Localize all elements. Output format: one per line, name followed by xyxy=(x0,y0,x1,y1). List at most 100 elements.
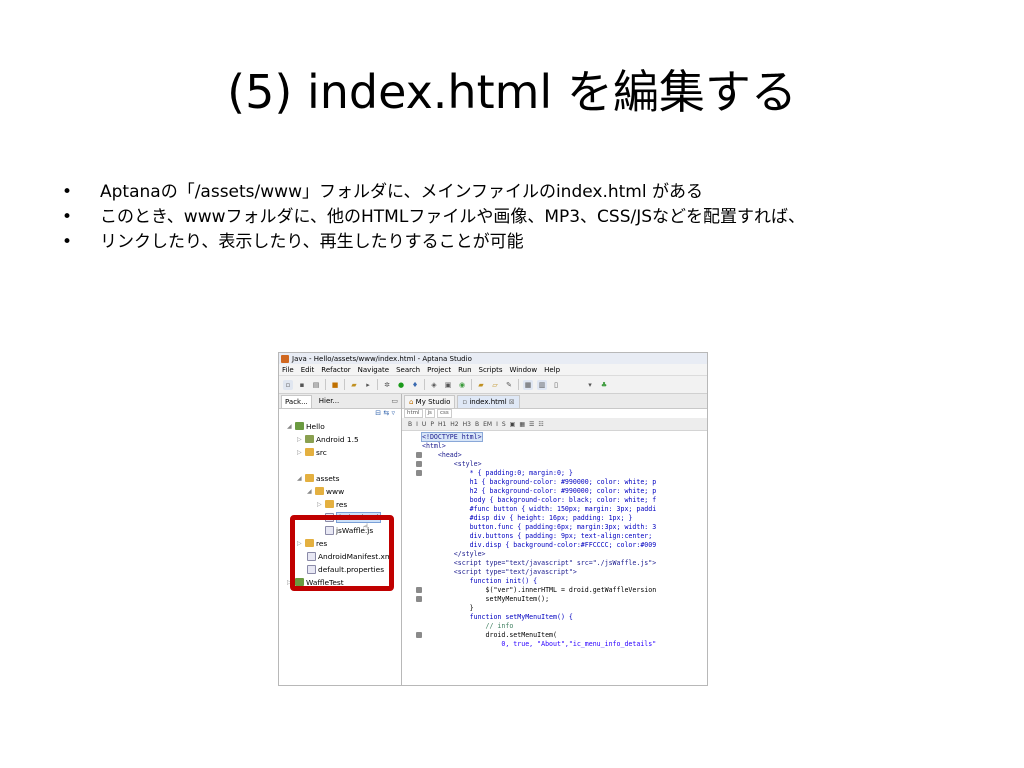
perspective-icon[interactable]: ♣ xyxy=(599,380,609,390)
toolbar-separator xyxy=(424,379,425,390)
code-line: * { padding:0; margin:0; } xyxy=(422,469,573,477)
new-icon[interactable]: ▫ xyxy=(283,379,293,390)
code-line: <style> xyxy=(422,460,482,468)
bullet-text: このとき、wwwフォルダに、他のHTMLファイルや画像、MP3、CSS/JSなど… xyxy=(100,207,806,227)
subtab-css[interactable]: css xyxy=(436,409,452,418)
expand-icon[interactable]: ◢ xyxy=(297,475,303,482)
expand-icon[interactable]: ▷ xyxy=(297,449,303,456)
view-icon[interactable]: ▦ xyxy=(523,379,533,390)
window-title: Java - Hello/assets/www/index.html - Apt… xyxy=(292,354,472,363)
format-strike-button[interactable]: S xyxy=(502,421,506,428)
tab-index-html[interactable]: ▫ index.html ⊠ xyxy=(457,395,520,408)
code-line: droid.setMenuItem( xyxy=(422,631,557,639)
insert-table-icon[interactable]: ▦ xyxy=(519,421,525,428)
tree-label: www xyxy=(326,486,345,496)
editor-area: ⌂ My Studio ▫ index.html ⊠ html js css B… xyxy=(402,394,707,685)
subtab-html[interactable]: html xyxy=(404,409,423,418)
numbered-list-icon[interactable]: ☷ xyxy=(538,421,543,428)
format-strong-button[interactable]: B xyxy=(475,421,479,428)
folder-icon[interactable]: ▰ xyxy=(476,380,486,390)
menu-scripts[interactable]: Scripts xyxy=(479,366,503,374)
window-titlebar: Java - Hello/assets/www/index.html - Apt… xyxy=(279,353,707,364)
menu-navigate[interactable]: Navigate xyxy=(358,366,389,374)
slide-title: (5) index.html を編集する xyxy=(227,65,797,119)
save-icon[interactable]: ▪ xyxy=(297,380,307,390)
left-pane-tabs: Pack... Hier... ▭ xyxy=(279,394,401,409)
folder-icon xyxy=(315,487,324,495)
code-line: $("ver").innerHTML = droid.getWaffleVers… xyxy=(422,586,657,594)
tree-node-www[interactable]: ◢ www xyxy=(307,485,344,497)
menu-run[interactable]: Run xyxy=(458,366,471,374)
format-h2-button[interactable]: H2 xyxy=(450,421,458,428)
tab-hierarchy[interactable]: Hier... xyxy=(316,395,342,407)
code-line: button.func { padding:6px; margin:3px; w… xyxy=(422,523,657,531)
preview-icon[interactable]: ▥ xyxy=(537,379,547,390)
bullet-dot: • xyxy=(62,207,73,227)
browser-icon[interactable]: ◉ xyxy=(457,380,467,390)
bullet-dot: • xyxy=(62,232,73,252)
bullet-list: • Aptanaの「/assets/www」フォルダに、メインファイルのindex… xyxy=(62,180,805,255)
expand-icon[interactable]: ▷ xyxy=(297,436,303,443)
expand-icon[interactable]: ◢ xyxy=(287,423,293,430)
code-line: <script type="text/javascript" src="./js… xyxy=(422,559,657,567)
bullet-dot: • xyxy=(62,182,73,202)
editor-tabs: ⌂ My Studio ▫ index.html ⊠ xyxy=(402,394,707,409)
menu-search[interactable]: Search xyxy=(396,366,420,374)
run-script-icon[interactable]: ▸ xyxy=(363,380,373,390)
tree-node-assets[interactable]: ◢ assets xyxy=(297,472,340,484)
format-italic-button[interactable]: I xyxy=(416,421,418,428)
tab-label: index.html xyxy=(469,398,507,406)
collapse-all-icon[interactable]: ⊟ ⇆ ▿ xyxy=(375,409,395,417)
open-type-icon[interactable]: ◈ xyxy=(429,380,439,390)
open-resource-icon[interactable]: ▣ xyxy=(443,380,453,390)
menu-project[interactable]: Project xyxy=(427,366,451,374)
format-bold-button[interactable]: B xyxy=(408,421,412,428)
tree-node-android[interactable]: ▷ Android 1.5 xyxy=(297,433,359,445)
code-line: // info xyxy=(422,622,514,630)
debug-icon[interactable]: ✲ xyxy=(382,380,392,390)
print-icon[interactable]: ▤ xyxy=(311,380,321,390)
format-em-button[interactable]: EM xyxy=(483,421,492,428)
library-icon xyxy=(305,435,314,443)
tree-label: src xyxy=(316,447,327,457)
format-toolbar: B I U P H1 H2 H3 B EM I S ▣ ▦ ☰ ☷ xyxy=(402,418,707,431)
menu-window[interactable]: Window xyxy=(509,366,537,374)
format-paragraph-button[interactable]: P xyxy=(430,421,434,428)
menu-file[interactable]: File xyxy=(282,366,294,374)
tab-package-explorer[interactable]: Pack... xyxy=(281,394,312,408)
ide-screenshot: Java - Hello/assets/www/index.html - Apt… xyxy=(278,352,708,686)
expand-icon[interactable]: ◢ xyxy=(307,488,313,495)
format-h1-button[interactable]: H1 xyxy=(438,421,446,428)
bullet-list-icon[interactable]: ☰ xyxy=(529,421,534,428)
package-icon[interactable]: ■ xyxy=(330,380,340,390)
blank-icon[interactable]: ▯ xyxy=(551,380,561,390)
menu-bar: File Edit Refactor Navigate Search Proje… xyxy=(279,364,707,376)
open-folder-icon[interactable]: ▰ xyxy=(349,380,359,390)
bullet-item: • このとき、wwwフォルダに、他のHTMLファイルや画像、MP3、CSS/JSな… xyxy=(62,205,805,230)
minimize-icon[interactable]: ▭ xyxy=(391,397,398,405)
code-line: 0, true, "About","ic_menu_info_details" xyxy=(422,640,657,648)
expand-icon[interactable]: ▷ xyxy=(317,501,323,508)
format-h3-button[interactable]: H3 xyxy=(463,421,471,428)
close-icon[interactable]: ⊠ xyxy=(507,398,515,406)
code-line-text: <!DOCTYPE html> xyxy=(421,432,483,442)
menu-help[interactable]: Help xyxy=(544,366,560,374)
folder-open-icon[interactable]: ▱ xyxy=(490,380,500,390)
subtab-js[interactable]: js xyxy=(424,409,435,418)
code-line: </style> xyxy=(422,550,486,558)
home-icon: ⌂ xyxy=(409,398,416,406)
chevron-down-icon[interactable]: ▾ xyxy=(585,380,595,390)
code-line: <head> xyxy=(422,451,462,459)
menu-refactor[interactable]: Refactor xyxy=(321,366,350,374)
run-icon[interactable]: ● xyxy=(396,380,406,390)
external-tools-icon[interactable]: ♦ xyxy=(410,380,420,390)
tree-node-www-res[interactable]: ▷ res xyxy=(317,498,347,510)
tab-my-studio[interactable]: ⌂ My Studio xyxy=(404,395,456,408)
edit-icon[interactable]: ✎ xyxy=(504,380,514,390)
menu-edit[interactable]: Edit xyxy=(301,366,315,374)
insert-image-icon[interactable]: ▣ xyxy=(510,421,516,428)
tree-node-src[interactable]: ▷ src xyxy=(297,446,327,458)
tree-node-hello[interactable]: ◢ Hello xyxy=(287,420,325,432)
format-underline-button[interactable]: U xyxy=(422,421,426,428)
format-i-button[interactable]: I xyxy=(496,421,498,428)
